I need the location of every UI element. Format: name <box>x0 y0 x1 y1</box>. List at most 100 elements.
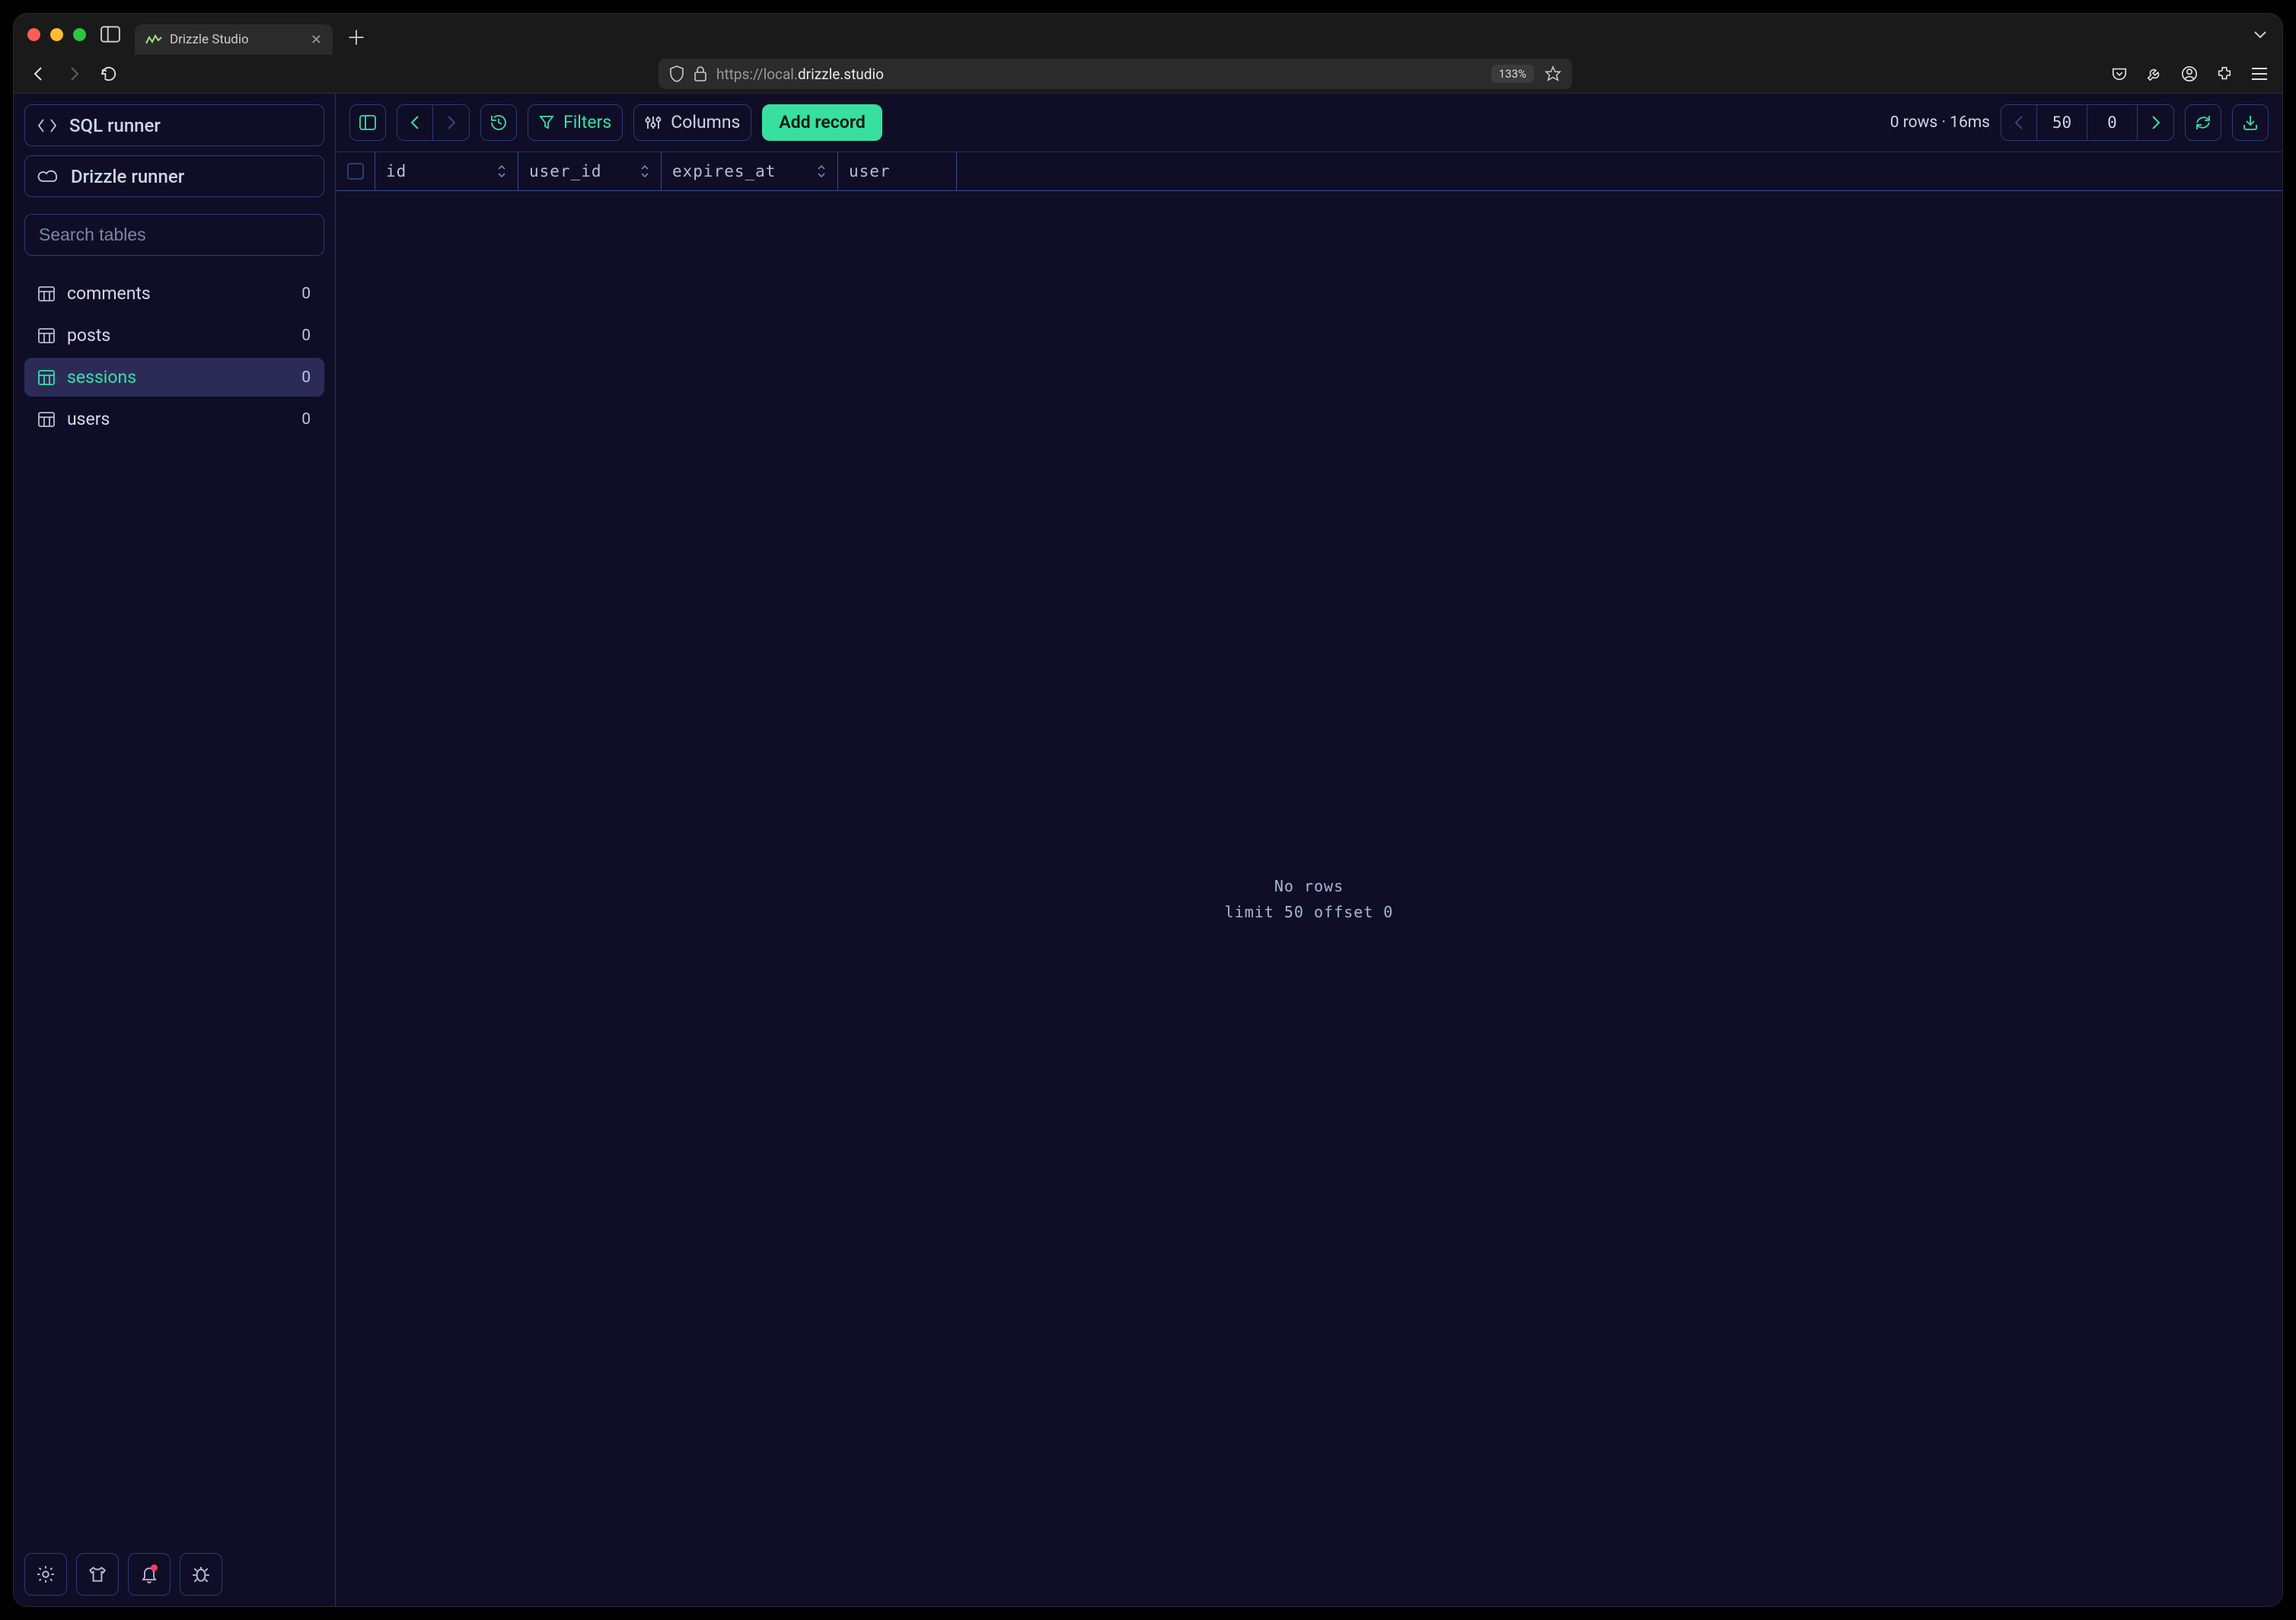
table-count: 0 <box>301 410 311 429</box>
page-limit[interactable]: 50 <box>2037 104 2087 141</box>
table-count: 0 <box>301 368 311 387</box>
settings-button[interactable] <box>24 1553 67 1596</box>
shield-icon <box>669 65 684 82</box>
address-bar[interactable]: https://local.drizzle.studio 133% <box>659 59 1572 89</box>
drizzle-runner-label: Drizzle runner <box>71 166 184 187</box>
column-header-expires_at[interactable]: expires_at <box>662 152 838 190</box>
notifications-button[interactable] <box>128 1553 171 1596</box>
table-item-sessions[interactable]: sessions 0 <box>24 358 324 397</box>
page-next-button[interactable] <box>2138 104 2174 141</box>
filters-label: Filters <box>563 112 611 132</box>
add-record-button[interactable]: Add record <box>762 104 882 141</box>
close-tab-button[interactable]: ✕ <box>311 32 322 48</box>
table-body-empty: No rows limit 50 offset 0 <box>336 191 2282 1606</box>
toolbar: Filters Columns Add record 0 rows · 16ms… <box>336 94 2282 151</box>
column-header-user_id[interactable]: user_id <box>518 152 662 190</box>
forward-button[interactable] <box>62 62 85 85</box>
bookmark-icon[interactable] <box>1545 65 1561 82</box>
history-nav-group <box>397 104 470 141</box>
empty-line-2: limit 50 offset 0 <box>1225 899 1394 925</box>
search-tables-wrap <box>24 214 324 256</box>
history-button[interactable] <box>480 104 517 141</box>
search-tables-input[interactable] <box>37 224 311 246</box>
theme-button[interactable] <box>76 1553 119 1596</box>
table-list: comments0 posts 0 sessions 0 users 0 <box>24 274 324 438</box>
table-header-row: id user_id expires_at user <box>336 151 2282 191</box>
minimize-window-button[interactable] <box>50 28 63 41</box>
select-all-cell <box>336 152 375 190</box>
tab-title: Drizzle Studio <box>170 32 249 47</box>
bug-icon <box>191 1564 211 1584</box>
pocket-icon[interactable] <box>2110 65 2129 83</box>
url-bar: https://local.drizzle.studio 133% <box>14 55 2282 93</box>
column-label: user_id <box>529 162 602 180</box>
main-panel: Filters Columns Add record 0 rows · 16ms… <box>336 94 2282 1606</box>
table-item-users[interactable]: users 0 <box>24 400 324 438</box>
column-header-user[interactable]: user <box>838 152 957 190</box>
tab-list-button[interactable] <box>2252 29 2269 40</box>
table-icon <box>38 328 55 343</box>
columns-button[interactable]: Columns <box>633 104 751 141</box>
sql-runner-button[interactable]: SQL runner <box>24 104 324 146</box>
next-query-button[interactable] <box>433 104 470 141</box>
table-icon <box>38 412 55 427</box>
debug-button[interactable] <box>180 1553 222 1596</box>
reload-button[interactable] <box>97 62 120 85</box>
page-prev-button[interactable] <box>2001 104 2037 141</box>
refresh-button[interactable] <box>2185 104 2221 141</box>
url-text: https://local.drizzle.studio <box>716 65 884 83</box>
drizzle-runner-button[interactable]: Drizzle runner <box>24 155 324 197</box>
toggle-sidebar-button[interactable] <box>349 104 386 141</box>
sort-icon[interactable] <box>639 164 650 179</box>
rows-info: 0 rows · 16ms <box>1890 113 1990 132</box>
page-offset[interactable]: 0 <box>2087 104 2138 141</box>
add-record-label: Add record <box>779 112 865 132</box>
table-item-posts[interactable]: posts 0 <box>24 316 324 355</box>
sidebar-toggle-icon[interactable] <box>100 25 121 43</box>
sidebar: SQL runner Drizzle runner comments0posts… <box>14 94 336 1606</box>
close-window-button[interactable] <box>27 28 40 41</box>
maximize-window-button[interactable] <box>73 28 86 41</box>
filter-icon <box>539 115 554 130</box>
table-name: users <box>67 409 110 429</box>
extensions-icon[interactable] <box>2215 65 2234 83</box>
tab-bar: Drizzle Studio ✕ ＋ <box>14 14 2282 55</box>
export-button[interactable] <box>2232 104 2269 141</box>
cloud-icon <box>37 169 59 184</box>
table-icon <box>38 286 55 301</box>
menu-icon[interactable] <box>2250 65 2269 83</box>
table-name: posts <box>67 325 110 346</box>
gear-icon <box>36 1564 56 1584</box>
select-all-checkbox[interactable] <box>347 163 364 180</box>
brackets-icon <box>37 117 57 134</box>
column-label: expires_at <box>672 162 776 180</box>
prev-query-button[interactable] <box>397 104 433 141</box>
devtools-icon[interactable] <box>2145 65 2164 83</box>
column-label: user <box>849 162 891 180</box>
notification-dot <box>151 1564 158 1571</box>
account-icon[interactable] <box>2180 65 2199 83</box>
browser-actions <box>2110 65 2269 83</box>
sort-icon[interactable] <box>496 164 507 179</box>
back-button[interactable] <box>27 62 50 85</box>
table-count: 0 <box>301 327 311 345</box>
table-icon <box>38 370 55 385</box>
sort-icon[interactable] <box>816 164 827 179</box>
browser-tab[interactable]: Drizzle Studio ✕ <box>135 24 333 55</box>
sql-runner-label: SQL runner <box>69 115 161 136</box>
tab-favicon-icon <box>145 34 161 45</box>
sliders-icon <box>645 115 662 130</box>
table-item-comments[interactable]: comments0 <box>24 274 324 313</box>
new-tab-button[interactable]: ＋ <box>346 23 366 51</box>
shirt-icon <box>88 1564 107 1584</box>
app-root: SQL runner Drizzle runner comments0posts… <box>14 93 2282 1606</box>
filters-button[interactable]: Filters <box>528 104 623 141</box>
table-count: 0 <box>301 285 311 303</box>
window-controls <box>27 28 86 41</box>
empty-line-1: No rows <box>1225 873 1394 899</box>
zoom-level[interactable]: 133% <box>1491 65 1534 83</box>
column-header-id[interactable]: id <box>375 152 518 190</box>
column-label: id <box>386 162 407 180</box>
table-name: sessions <box>67 367 136 387</box>
columns-label: Columns <box>671 112 740 132</box>
